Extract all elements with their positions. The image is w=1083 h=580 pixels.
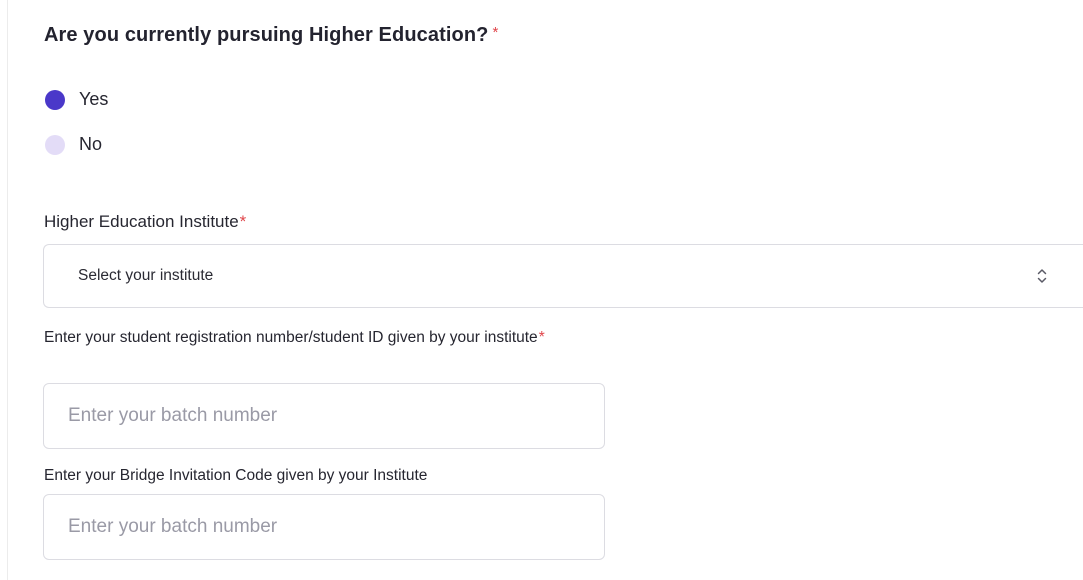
left-divider [7, 0, 8, 580]
registration-label-text: Enter your student registration number/s… [44, 329, 538, 346]
required-asterisk: * [492, 24, 499, 41]
registration-number-input[interactable] [43, 383, 605, 449]
institute-select-value: Select your institute [78, 267, 214, 284]
radio-button-yes[interactable] [45, 89, 65, 110]
question-heading: Are you currently pursuing Higher Educat… [44, 24, 498, 47]
radio-option-yes[interactable]: Yes [45, 89, 108, 110]
chevron-up-down-icon [1037, 269, 1047, 283]
question-text: Are you currently pursuing Higher Educat… [44, 24, 489, 46]
institute-label-text: Higher Education Institute [44, 212, 239, 231]
institute-select[interactable]: Select your institute [43, 244, 1083, 308]
bridge-code-label: Enter your Bridge Invitation Code given … [44, 463, 624, 489]
bridge-invitation-code-input[interactable] [43, 494, 605, 560]
required-asterisk: * [239, 212, 247, 231]
bridge-code-label-text: Enter your Bridge Invitation Code given … [44, 467, 428, 484]
radio-label-no: No [79, 134, 103, 154]
institute-label: Higher Education Institute* [44, 212, 246, 232]
radio-option-no[interactable]: No [45, 134, 102, 155]
radio-label-yes: Yes [79, 89, 109, 109]
radio-button-no[interactable] [45, 134, 65, 155]
required-asterisk: * [538, 329, 545, 346]
registration-label: Enter your student registration number/s… [44, 325, 624, 351]
